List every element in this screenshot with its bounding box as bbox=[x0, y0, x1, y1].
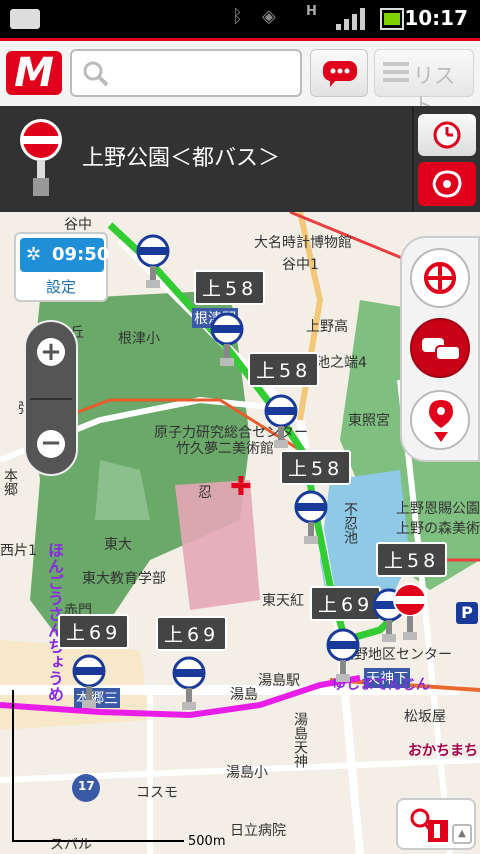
map-label: 湯島駅 bbox=[258, 673, 300, 689]
route-button[interactable] bbox=[418, 162, 476, 206]
zoom-in-button[interactable]: + bbox=[26, 322, 76, 398]
bus-route-label[interactable]: 上69 bbox=[156, 616, 228, 651]
minus-icon: − bbox=[37, 430, 65, 458]
crosshair-icon bbox=[424, 262, 456, 294]
map-label: 大名時計博物館 bbox=[254, 235, 352, 251]
time-settings-label: 設定 bbox=[45, 278, 76, 296]
departure-time-box: ✲ 09:50 bbox=[20, 238, 109, 272]
bus-route-label[interactable]: 上58 bbox=[376, 542, 448, 577]
map-label: 湯島小 bbox=[226, 765, 268, 781]
walk-icon: ✲ bbox=[26, 244, 42, 265]
bus-route-label[interactable]: 上58 bbox=[194, 270, 266, 305]
map-label: 池之端4 bbox=[316, 355, 367, 371]
clock-time: 10:17 bbox=[404, 6, 468, 30]
bus-route-label[interactable]: 上69 bbox=[310, 586, 382, 621]
map-menu-button[interactable]: ▲ bbox=[396, 798, 476, 850]
expand-icon: ▲ bbox=[452, 824, 472, 844]
map-search-icon bbox=[410, 808, 448, 842]
current-location-button[interactable] bbox=[410, 248, 470, 308]
list-button[interactable]: リスト bbox=[374, 49, 474, 118]
zoom-out-button[interactable]: − bbox=[26, 400, 76, 474]
bus-stop-marker[interactable] bbox=[210, 312, 244, 370]
pin-drop-button[interactable] bbox=[410, 390, 470, 450]
list-icon bbox=[383, 59, 409, 85]
map-label: 湯島 bbox=[230, 687, 258, 703]
speech-bubble-icon bbox=[323, 61, 357, 87]
map-label: 竹久夢二美術館 bbox=[176, 441, 274, 457]
map-label: 東大 bbox=[104, 537, 132, 553]
cars-icon bbox=[422, 338, 461, 361]
map-label: 上野高 bbox=[306, 319, 348, 335]
map-label: 松坂屋 bbox=[404, 709, 446, 725]
bus-stop-marker[interactable] bbox=[294, 490, 328, 548]
stop-name: 上野公園＜都バス＞ bbox=[82, 146, 281, 171]
map-label: 東大教育学部 bbox=[82, 571, 166, 587]
map-label: 西片1 bbox=[0, 543, 37, 559]
map-label: 谷中1 bbox=[282, 257, 319, 273]
network-h-icon: H bbox=[306, 4, 317, 19]
parking-icon: P bbox=[456, 602, 478, 624]
signal-icon bbox=[336, 8, 366, 30]
map-pin-icon bbox=[429, 400, 453, 442]
zoom-control: + − bbox=[24, 320, 78, 476]
bus-stop-marker[interactable] bbox=[264, 394, 298, 452]
bluetooth-icon: ᛒ bbox=[232, 6, 243, 27]
bus-route-label[interactable]: 上58 bbox=[280, 450, 352, 485]
hospital-icon: ✚ bbox=[230, 472, 252, 502]
departure-time: 09:50 bbox=[52, 244, 110, 265]
battery-icon bbox=[380, 8, 404, 30]
timetable-button[interactable] bbox=[418, 114, 476, 156]
scale-bar bbox=[12, 690, 184, 842]
map-label: 谷中 bbox=[64, 217, 92, 233]
route-loop-icon bbox=[432, 170, 462, 198]
search-input[interactable] bbox=[70, 49, 302, 97]
time-widget[interactable]: ✲ 09:50 設定 bbox=[14, 232, 109, 302]
map-label: 湯島天神 bbox=[292, 712, 308, 768]
map-label: 上野の森美術館 bbox=[396, 521, 480, 537]
bus-route-label[interactable]: 上69 bbox=[58, 614, 130, 649]
clock-icon bbox=[433, 121, 461, 149]
map-label: 根津小 bbox=[118, 331, 160, 347]
message-button[interactable] bbox=[310, 49, 368, 97]
map-label: 日立病院 bbox=[230, 823, 286, 839]
selected-bus-stop-marker[interactable] bbox=[392, 582, 428, 644]
map-label: 上野恩賜公園 bbox=[396, 501, 480, 517]
map-label: 不忍池 bbox=[342, 502, 358, 544]
bus-stop-sign-icon bbox=[20, 119, 62, 196]
scale-label: 500m bbox=[188, 834, 226, 849]
map-label: 東天紅 bbox=[262, 593, 304, 609]
bus-stop-marker[interactable] bbox=[136, 234, 170, 292]
bus-route-label[interactable]: 上58 bbox=[248, 352, 320, 387]
search-icon bbox=[83, 61, 109, 87]
vibrate-icon: ◈ bbox=[262, 6, 276, 27]
traffic-button[interactable] bbox=[410, 318, 470, 378]
map-label: おかちまち bbox=[408, 743, 478, 759]
app-logo[interactable]: M bbox=[6, 51, 62, 95]
map-label: 東照宮 bbox=[348, 413, 390, 429]
email-notification-icon bbox=[10, 9, 40, 29]
status-bar: ᛒ ◈ H 10:17 bbox=[0, 0, 480, 38]
map-label: 忍 bbox=[198, 485, 212, 501]
plus-icon: + bbox=[37, 338, 65, 366]
bus-stop-marker[interactable] bbox=[326, 628, 360, 686]
map-side-panel bbox=[400, 236, 480, 462]
map-label: 本郷 bbox=[2, 468, 18, 496]
app-bar: M リスト bbox=[0, 38, 480, 118]
